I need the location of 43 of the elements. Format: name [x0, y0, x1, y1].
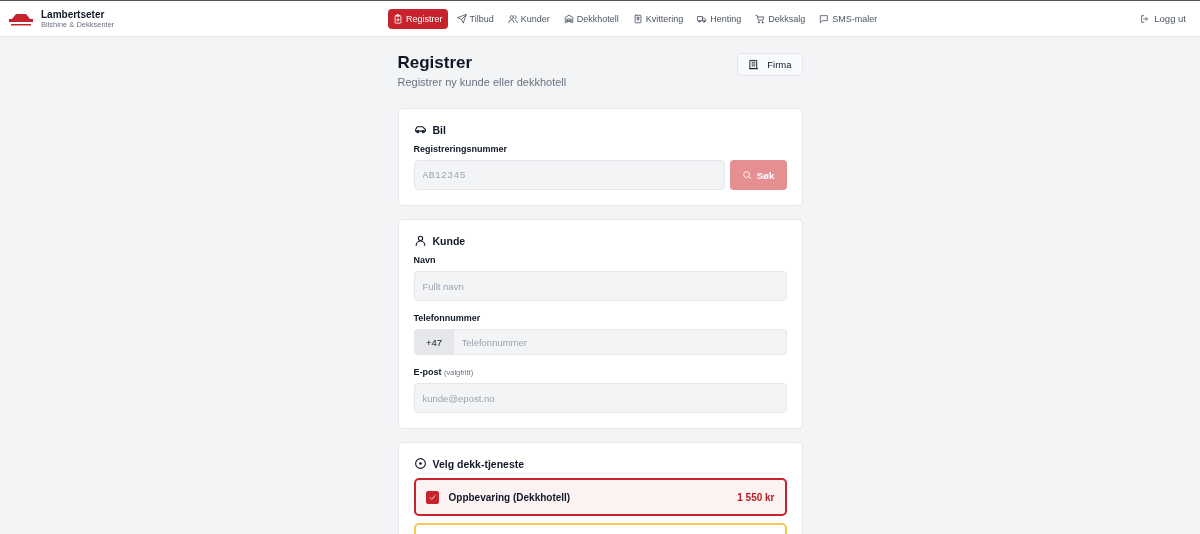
receipt-icon — [632, 13, 643, 24]
truck-icon — [697, 13, 708, 24]
cart-icon — [755, 13, 766, 24]
field-label: E-post — [413, 367, 442, 377]
name-input[interactable]: Fullt navn — [413, 271, 787, 301]
nav-tab[interactable]: Dekksalg — [750, 8, 811, 29]
field-label: Telefonnummer — [413, 313, 482, 323]
email-input[interactable]: kunde@epost.no — [413, 383, 787, 413]
nav-tab[interactable]: SMS-maler — [814, 8, 883, 29]
checkbox[interactable] — [425, 490, 439, 504]
send-icon — [456, 13, 467, 24]
service-price: 1 550 kr — [737, 491, 775, 503]
clipboard-icon — [393, 13, 403, 24]
card-title: Bil — [432, 123, 446, 136]
nav-tab[interactable]: Kunder — [502, 8, 555, 29]
page-title: Registrer — [397, 53, 474, 73]
users-icon — [507, 13, 518, 24]
card-title: Velg dekk-tjeneste — [432, 457, 525, 470]
service-name: Oppbevaring (Dekkhotell) — [448, 491, 572, 503]
nav-tab[interactable]: Kvittering — [627, 8, 689, 29]
service-option[interactable]: Oppbevaring (Dekkhotell) 1 550 kr — [413, 478, 787, 516]
logout-button[interactable]: Logg ut — [1134, 9, 1192, 28]
brand-name: Lambertseter — [41, 8, 106, 20]
car-icon — [413, 123, 427, 136]
registration-input[interactable]: AB12345 — [413, 160, 725, 190]
user-icon — [413, 234, 427, 247]
nav-tab[interactable]: Dekkhotell — [558, 8, 624, 29]
card-title: Kunde — [432, 234, 466, 247]
field-label: Registreringsnummer — [413, 144, 509, 154]
field-label: Navn — [413, 255, 437, 265]
check-icon — [427, 492, 437, 502]
logout-icon — [1140, 13, 1151, 24]
nav-tab[interactable]: Registrer — [388, 8, 448, 29]
car-logo-icon — [8, 11, 34, 26]
building-icon — [748, 59, 760, 70]
nav-tab[interactable]: Henting — [692, 8, 747, 29]
target-icon — [413, 457, 427, 470]
nav-tab[interactable]: Tilbud — [451, 8, 499, 29]
warehouse-icon — [563, 13, 574, 24]
chat-icon — [819, 13, 830, 24]
company-button[interactable]: Firma — [737, 53, 803, 76]
search-icon — [741, 170, 752, 180]
page-subtitle: Registrer ny kunde eller dekkhotell — [397, 76, 567, 88]
